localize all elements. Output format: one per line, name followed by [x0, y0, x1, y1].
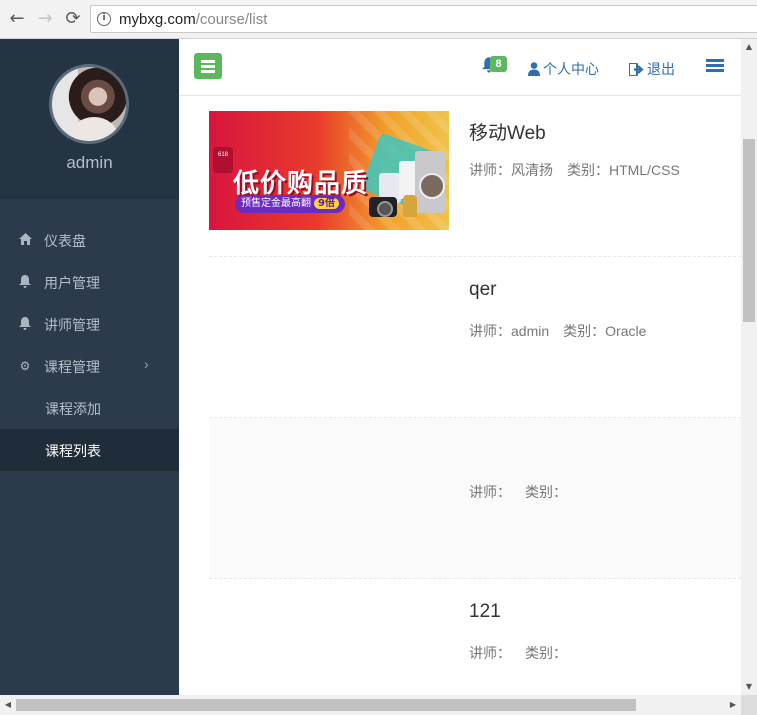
- sidebar-item-courses[interactable]: ⚙ 课程管理 ›: [0, 345, 179, 387]
- reload-icon[interactable]: ⟳: [62, 8, 84, 30]
- banner-logo: 618: [213, 147, 233, 173]
- site-info-icon[interactable]: i: [97, 12, 111, 26]
- profile-panel: admin: [0, 39, 179, 199]
- notification-badge: 8: [490, 56, 507, 72]
- course-category: 类别：: [525, 484, 567, 500]
- top-navbar: 8 个人中心 退出: [179, 39, 741, 96]
- sidebar-toggle-button[interactable]: [194, 53, 222, 79]
- sidebar-item-label: 课程添加: [45, 401, 101, 417]
- course-teacher: 讲师：admin: [469, 323, 550, 339]
- course-category: 类别：HTML/CSS: [567, 162, 680, 178]
- horizontal-scroll-thumb[interactable]: [16, 699, 636, 711]
- profile-center-label: 个人中心: [543, 61, 599, 77]
- course-item: 121 讲师： 类别：: [209, 579, 741, 695]
- course-thumbnail[interactable]: [209, 272, 449, 391]
- gear-icon: ⚙: [19, 359, 31, 373]
- logout-link[interactable]: 退出: [628, 59, 675, 79]
- sidebar-menu: 仪表盘 用户管理 讲师管理 ⚙ 课程管理 › 课程添加 课程列表: [0, 219, 179, 471]
- course-title[interactable]: qer: [469, 279, 496, 301]
- vertical-scroll-thumb[interactable]: [743, 139, 755, 322]
- main-content: 8 个人中心 退出 618 低价购品质 预售定金最高翻 9倍 移动Web 讲师：…: [179, 39, 741, 695]
- profile-center-link[interactable]: 个人中心: [528, 59, 599, 79]
- user-icon: [528, 62, 540, 79]
- course-thumbnail[interactable]: [209, 594, 449, 695]
- course-category: 类别：: [525, 645, 567, 661]
- address-url[interactable]: mybxg.com/course/list: [119, 11, 267, 28]
- home-icon: [18, 233, 32, 247]
- course-category: 类别：Oracle: [563, 323, 647, 339]
- admin-name: admin: [66, 153, 113, 172]
- scrollbar-corner: [741, 695, 757, 715]
- course-teacher: 讲师：风清扬: [469, 162, 553, 178]
- course-teacher: 讲师：: [469, 484, 511, 500]
- back-arrow-icon[interactable]: ←: [6, 8, 28, 30]
- sign-out-icon: [628, 62, 644, 79]
- forward-arrow-icon[interactable]: →: [34, 8, 56, 30]
- sidebar-item-label: 课程列表: [45, 443, 101, 459]
- course-item: 讲师： 类别：: [209, 418, 741, 579]
- course-banner-image: 618 低价购品质 预售定金最高翻 9倍: [209, 111, 449, 230]
- sidebar-item-course-add[interactable]: 课程添加: [0, 387, 179, 429]
- banner-multiplier: 9倍: [314, 198, 339, 209]
- course-meta: 讲师： 类别：: [469, 643, 581, 663]
- scroll-left-icon[interactable]: ◀: [0, 697, 16, 713]
- scroll-up-icon[interactable]: ▲: [741, 39, 757, 55]
- sidebar-item-users[interactable]: 用户管理: [0, 261, 179, 303]
- menu-grid-icon[interactable]: [706, 59, 724, 73]
- course-meta: 讲师：风清扬 类别：HTML/CSS: [469, 160, 694, 180]
- scroll-right-icon[interactable]: ▶: [725, 697, 741, 713]
- horizontal-scrollbar[interactable]: ◀ ▶: [0, 695, 741, 715]
- banner-pill: 预售定金最高翻 9倍: [235, 195, 345, 213]
- course-meta: 讲师：admin 类别：Oracle: [469, 321, 660, 341]
- bell-icon: [18, 317, 32, 331]
- url-host: mybxg.com: [119, 11, 196, 28]
- course-teacher: 讲师：: [469, 645, 511, 661]
- browser-toolbar: ← → ⟳ i mybxg.com/course/list: [0, 0, 757, 39]
- course-title[interactable]: 移动Web: [469, 118, 546, 145]
- sidebar-item-course-list[interactable]: 课程列表: [0, 429, 179, 471]
- logout-label: 退出: [647, 61, 675, 77]
- sidebar-item-label: 课程管理: [44, 359, 100, 375]
- vertical-scrollbar[interactable]: ▲ ▼: [741, 39, 757, 695]
- sidebar: admin 仪表盘 用户管理 讲师管理 ⚙ 课程管理 › 课程添加 课程列表: [0, 39, 179, 695]
- banner-pill-text: 预售定金最高翻: [241, 198, 311, 209]
- sidebar-item-label: 讲师管理: [44, 317, 100, 333]
- course-list: 618 低价购品质 预售定金最高翻 9倍 移动Web 讲师：风清扬 类别：HTML/…: [209, 96, 741, 695]
- course-title[interactable]: 121: [469, 601, 501, 623]
- course-thumbnail[interactable]: [209, 433, 449, 552]
- course-item: 618 低价购品质 预售定金最高翻 9倍 移动Web 讲师：风清扬 类别：HTML/…: [209, 96, 741, 257]
- scroll-down-icon[interactable]: ▼: [741, 679, 757, 695]
- bell-icon: [18, 275, 32, 289]
- sidebar-item-teachers[interactable]: 讲师管理: [0, 303, 179, 345]
- address-bar[interactable]: i mybxg.com/course/list: [90, 5, 757, 33]
- url-path: /course/list: [195, 11, 268, 28]
- sidebar-item-dashboard[interactable]: 仪表盘: [0, 219, 179, 261]
- course-meta: 讲师： 类别：: [469, 482, 581, 502]
- course-thumbnail[interactable]: 618 低价购品质 预售定金最高翻 9倍: [209, 111, 449, 230]
- sidebar-item-label: 仪表盘: [44, 233, 86, 249]
- course-item: qer 讲师：admin 类别：Oracle: [209, 257, 741, 418]
- avatar[interactable]: [49, 64, 129, 144]
- chevron-right-icon: ›: [144, 356, 149, 372]
- sidebar-item-label: 用户管理: [44, 275, 100, 291]
